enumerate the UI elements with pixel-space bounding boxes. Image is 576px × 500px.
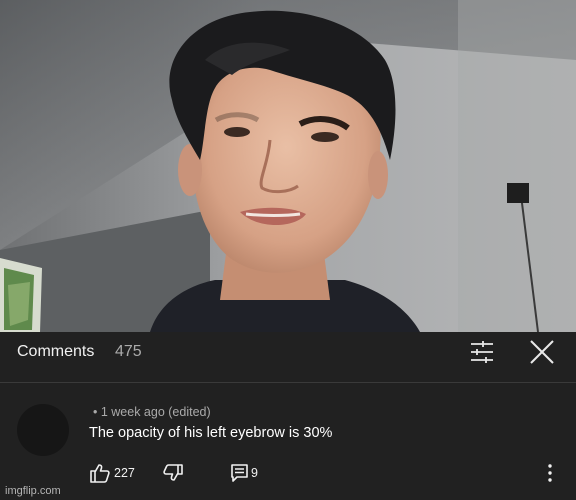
comment-actions: 227 9 (0, 462, 576, 486)
video-still (0, 0, 576, 332)
video-frame (0, 0, 576, 332)
more-vertical-icon (548, 464, 552, 482)
sliders-icon (471, 341, 493, 363)
comment-text: The opacity of his left eyebrow is 30% (89, 425, 333, 441)
sort-comments-button[interactable] (468, 338, 496, 366)
reply-count: 9 (251, 466, 258, 480)
reply-icon (231, 464, 248, 482)
reply-button[interactable] (229, 462, 251, 489)
comments-title: Comments (17, 343, 95, 360)
avatar[interactable] (17, 404, 69, 456)
close-comments-button[interactable] (528, 338, 556, 366)
comments-panel: Comments 475 • 1 week ago (edited) The o… (0, 332, 576, 500)
like-count: 227 (114, 466, 135, 480)
more-options-button[interactable] (544, 462, 556, 489)
thumbs-down-icon (163, 464, 183, 481)
comments-header: Comments 475 (0, 332, 576, 383)
comments-count: 475 (115, 343, 142, 360)
thumbs-up-icon (90, 464, 110, 483)
close-icon (530, 340, 554, 364)
dislike-button[interactable] (162, 462, 184, 489)
watermark: imgflip.com (5, 485, 61, 497)
like-button[interactable] (89, 462, 111, 489)
comment-timestamp: • 1 week ago (edited) (93, 405, 211, 419)
